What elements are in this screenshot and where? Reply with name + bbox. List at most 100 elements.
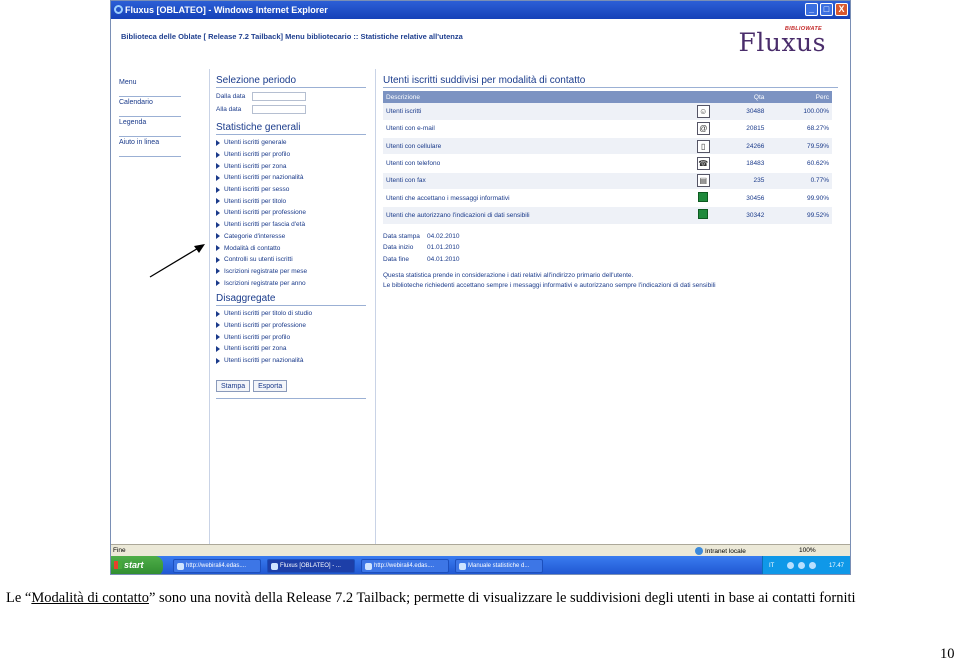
row-perc: 68.27% (767, 120, 832, 139)
stat-link[interactable]: Categorie d'interesse (216, 231, 366, 243)
stat-link[interactable]: Utenti iscritti per fascia d'età (216, 219, 366, 231)
table-row: Utenti con e-mail @20815 68.27% (383, 120, 832, 139)
row-icon-cell: @ (688, 120, 719, 139)
stat-link-label: Utenti iscritti per fascia d'età (224, 221, 306, 229)
date-value: 04.01.2010 (427, 255, 460, 263)
triangle-bullet-icon (216, 345, 220, 352)
start-label: start (124, 560, 144, 570)
caption-text: Le “Modalità di contatto” sono una novit… (6, 584, 956, 612)
triangle-bullet-icon (216, 334, 220, 341)
stat-link-label: Utenti iscritti per professione (224, 321, 307, 329)
stat-link[interactable]: Utenti iscritti per nazionalità (216, 172, 366, 184)
to-date-input[interactable] (252, 105, 306, 114)
table-row: Utenti con cellulare ▯ 24266 79.59% (383, 137, 832, 156)
maximize-button[interactable]: □ (820, 3, 833, 16)
period-title: Selezione periodo (216, 75, 366, 88)
system-tray: IT 17.47 (762, 556, 850, 574)
stat-link-label: Utenti iscritti per titolo di studio (224, 310, 313, 318)
table-row: Utenti iscritti ☺ 30488 100.00% (383, 103, 832, 121)
stat-link[interactable]: Iscrizioni registrate per mese (216, 266, 366, 278)
date-row: Data fine 04.01.2010 (383, 254, 838, 266)
title-bar: Fluxus [OBLATEO] - Windows Internet Expl… (111, 1, 850, 19)
triangle-bullet-icon (216, 209, 220, 216)
app-header: Biblioteca delle Oblate [ Release 7.2 Ta… (111, 19, 850, 69)
triangle-bullet-icon (216, 256, 220, 263)
person-icon: ☺ (696, 104, 710, 118)
taskbar-item[interactable]: Fluxus [OBLATEO] - ... (267, 559, 355, 573)
taskbar: start http://webirali4.edas.... Fluxus [… (111, 556, 850, 574)
date-row: Data stampa 04.02.2010 (383, 231, 838, 243)
table-row: Utenti che autorizzano l'indicazioni di … (383, 206, 832, 225)
export-button[interactable]: Esporta (253, 380, 288, 393)
stat-link[interactable]: Utenti iscritti per sesso (216, 184, 366, 196)
menu-link[interactable]: Menu (119, 77, 181, 97)
stat-link-label: Utenti iscritti generale (224, 139, 287, 147)
stat-link[interactable]: Utenti iscritti per nazionalità (216, 355, 366, 367)
stat-link[interactable]: Controlli su utenti iscritti (216, 254, 366, 266)
from-date-input[interactable] (252, 92, 306, 101)
date-label: Data fine (383, 255, 410, 263)
divider (216, 398, 366, 400)
stat-link[interactable]: Utenti iscritti per profilo (216, 331, 366, 343)
stat-link[interactable]: Utenti iscritti per titolo (216, 195, 366, 207)
note-line: Le biblioteche richiedenti accettano sem… (383, 281, 716, 289)
row-qty: 30342 (718, 206, 768, 225)
row-icon-cell: ▤ (688, 172, 719, 190)
triangle-bullet-icon (216, 221, 220, 228)
window-title: Fluxus [OBLATEO] - Windows Internet Expl… (125, 5, 328, 15)
stat-link[interactable]: Utenti iscritti per profilo (216, 149, 366, 161)
stat-link-label: Utenti iscritti per professione (224, 209, 307, 217)
minimize-button[interactable]: _ (805, 3, 818, 16)
date-value: 01.01.2010 (427, 244, 460, 252)
task-label: Manuale statistiche d... (468, 563, 530, 569)
tray-icon[interactable] (787, 562, 794, 569)
stat-link-label: Utenti iscritti per titolo (224, 197, 287, 205)
stat-link[interactable]: Utenti iscritti per titolo di studio (216, 308, 366, 320)
help-link[interactable]: Aiuto in linea (119, 137, 181, 157)
language-indicator[interactable]: IT (769, 563, 774, 569)
browser-icon (365, 563, 372, 570)
report-title: Utenti iscritti suddivisi per modalità d… (383, 75, 838, 88)
triangle-bullet-icon (216, 186, 220, 193)
row-qty: 20815 (718, 120, 768, 139)
task-label: http://webirali4.edas.... (186, 563, 247, 569)
stat-link[interactable]: Iscrizioni registrate per anno (216, 277, 366, 289)
taskbar-item[interactable]: http://webirali4.edas.... (173, 559, 261, 573)
caption-prefix: Le (6, 590, 22, 606)
calendar-link[interactable]: Calendario (119, 97, 181, 117)
row-icon-cell: ☺ (688, 103, 719, 121)
header-icon (688, 91, 719, 103)
caption-body: sono una novità della Release 7.2 Tailba… (159, 590, 856, 606)
row-icon-cell: ▯ (688, 137, 719, 156)
print-button[interactable]: Stampa (216, 380, 251, 393)
stat-link[interactable]: Modalità di contatto (216, 242, 366, 254)
start-button[interactable]: start (111, 556, 163, 574)
stat-link[interactable]: Utenti iscritti generale (216, 137, 366, 149)
tray-icon[interactable] (798, 562, 805, 569)
stat-link[interactable]: Utenti iscritti per professione (216, 207, 366, 219)
row-description: Utenti con fax (383, 172, 689, 190)
taskbar-item[interactable]: Manuale statistiche d... (455, 559, 543, 573)
stat-link-label: Utenti iscritti per profilo (224, 151, 291, 159)
stat-link[interactable]: Utenti iscritti per zona (216, 343, 366, 355)
zoom-level[interactable]: 100% (799, 547, 816, 554)
disaggregate-title: Disaggregate (216, 293, 366, 306)
task-label: http://webirali4.edas.... (374, 563, 435, 569)
stat-link[interactable]: Utenti iscritti per zona (216, 160, 366, 172)
intranet-icon (695, 547, 703, 555)
taskbar-item[interactable]: http://webirali4.edas.... (361, 559, 449, 573)
table-row: Utenti che accettano i messaggi informat… (383, 189, 832, 208)
legend-link[interactable]: Legenda (119, 117, 181, 137)
close-button[interactable]: X (835, 3, 848, 16)
row-perc: 60.62% (767, 154, 832, 173)
stat-link-label: Utenti iscritti per zona (224, 345, 287, 353)
stat-link[interactable]: Utenti iscritti per professione (216, 320, 366, 332)
left-menu: Menu Calendario Legenda Aiuto in linea (119, 77, 181, 157)
tray-icon[interactable] (809, 562, 816, 569)
triangle-bullet-icon (216, 139, 220, 146)
header-perc: Perc (767, 91, 832, 103)
statistics-menu: Selezione periodo Dalla data Alla data S… (216, 75, 366, 400)
report-notes: Questa statistica prende in considerazio… (383, 271, 838, 290)
date-label: Data stampa (383, 232, 420, 240)
row-qty: 18483 (718, 154, 768, 173)
